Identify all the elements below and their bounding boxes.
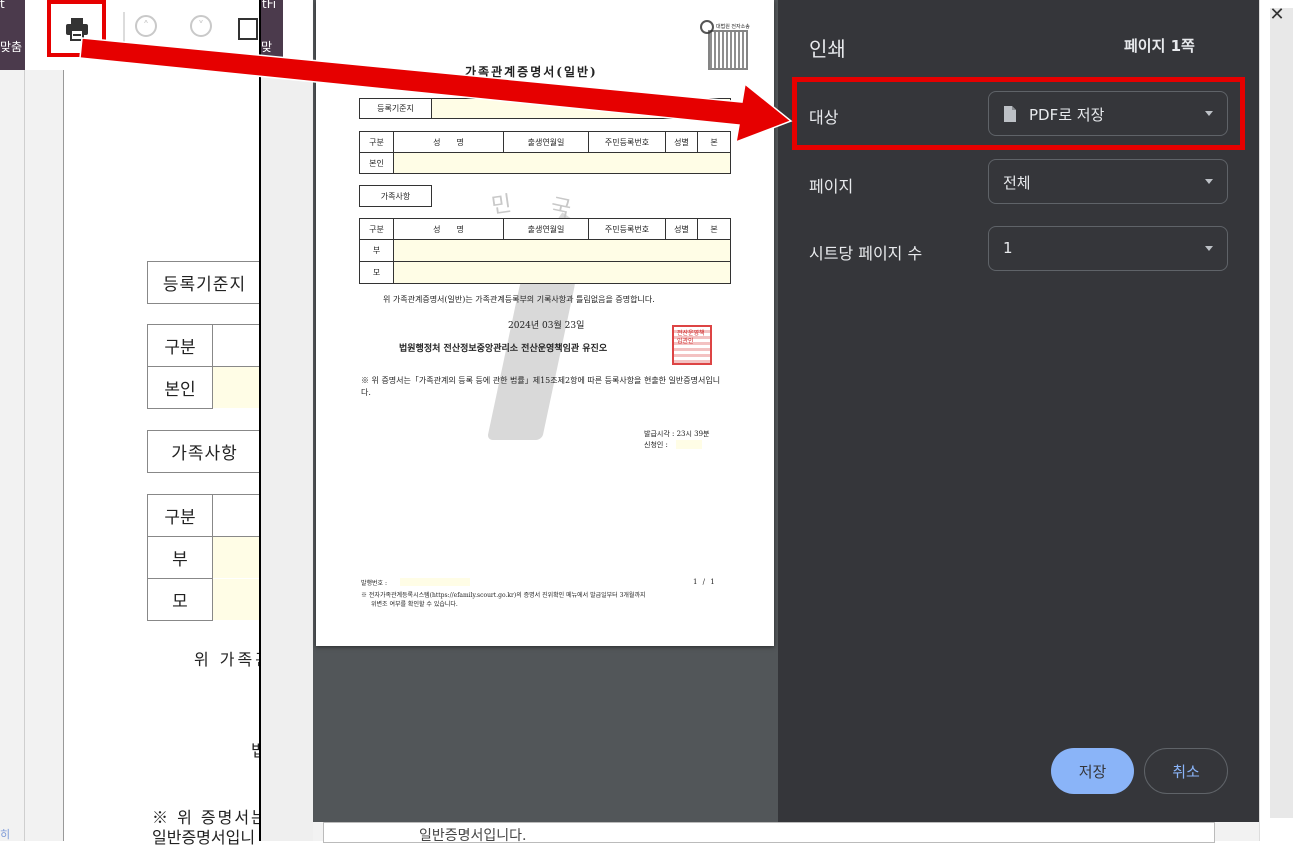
annotation-arrow — [79, 37, 793, 144]
arrow-shape — [79, 37, 793, 144]
